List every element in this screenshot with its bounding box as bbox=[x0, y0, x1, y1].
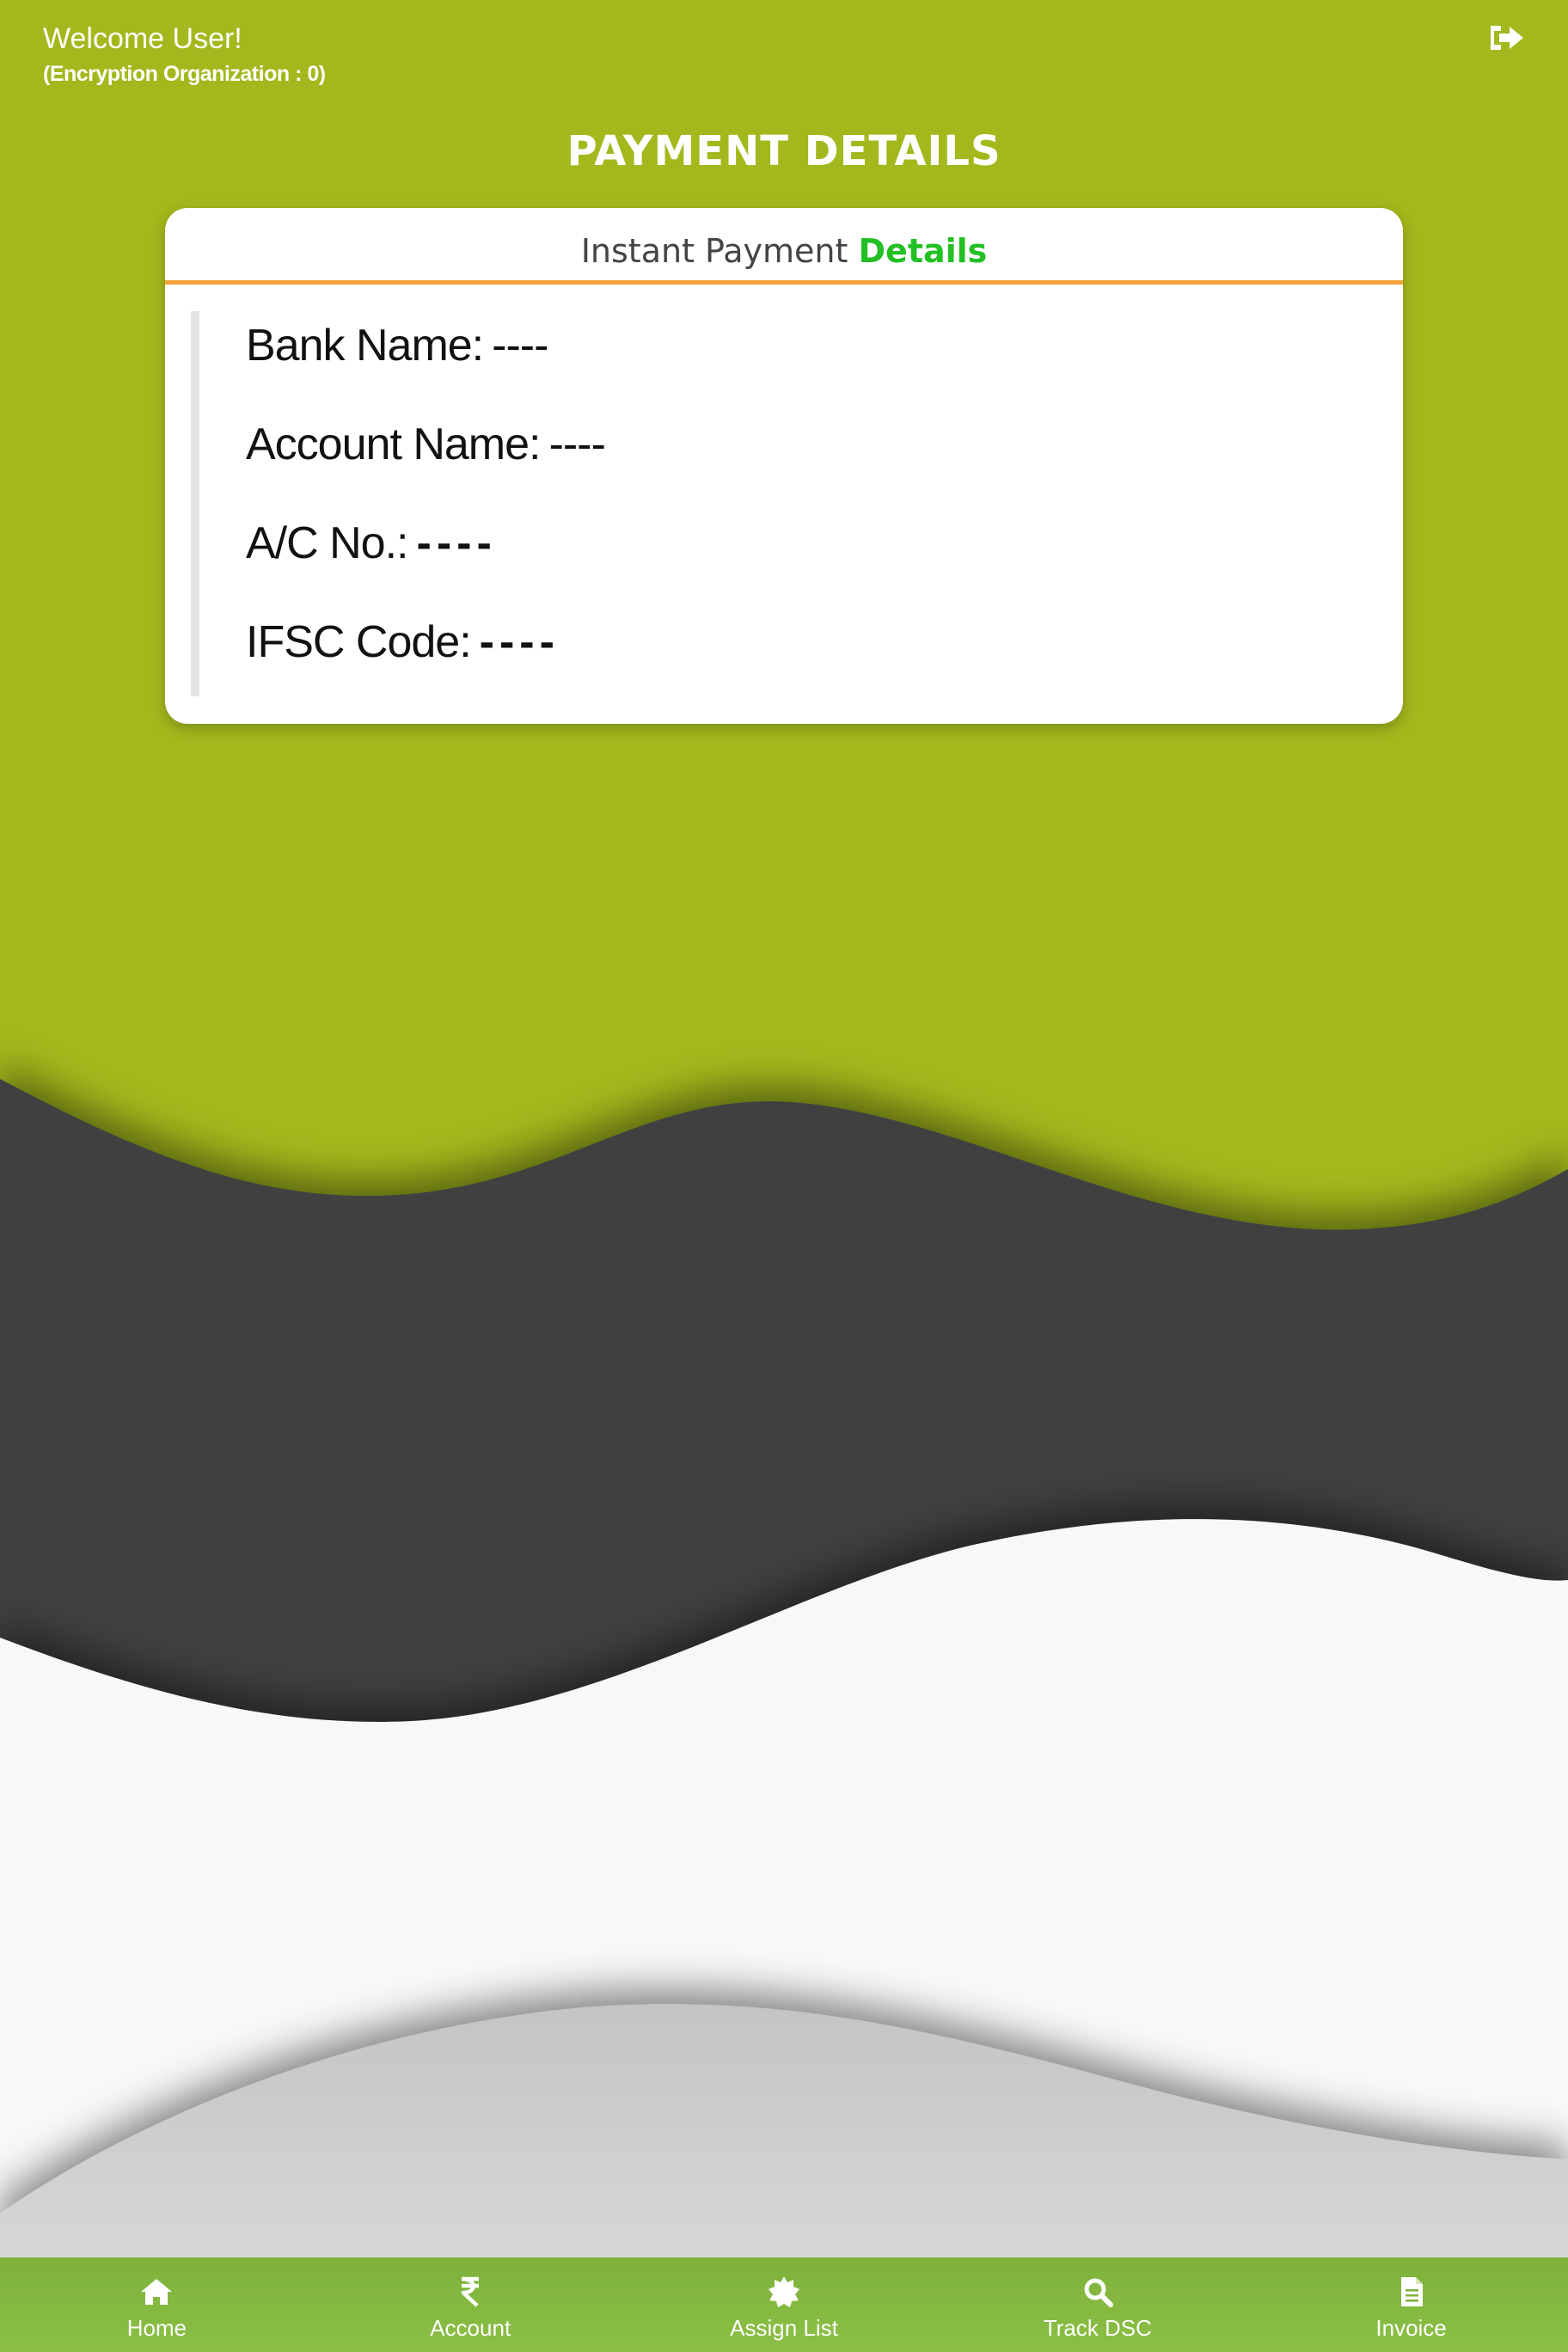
nav-track-dsc[interactable]: Track DSC bbox=[940, 2257, 1254, 2352]
account-number-row: A/C No.: ---- bbox=[246, 518, 497, 569]
account-name-label: Account Name: bbox=[246, 420, 541, 469]
bank-name-label: Bank Name: bbox=[246, 321, 484, 371]
ifsc-code-value: ---- bbox=[479, 617, 560, 667]
account-number-value: ---- bbox=[416, 518, 497, 568]
document-icon bbox=[1400, 2277, 1423, 2306]
nav-account[interactable]: Account bbox=[314, 2257, 628, 2352]
nav-home-label: Home bbox=[126, 2315, 187, 2341]
top-header: Welcome User! (Encryption Organization :… bbox=[0, 0, 1568, 103]
home-icon bbox=[141, 2279, 173, 2305]
account-name-value: ---- bbox=[548, 420, 606, 469]
nav-invoice-label: Invoice bbox=[1375, 2315, 1447, 2341]
nav-track-dsc-label: Track DSC bbox=[1043, 2315, 1152, 2341]
organization-text: (Encryption Organization : 0) bbox=[43, 62, 326, 86]
card-header: Instant Payment Details bbox=[165, 208, 1403, 285]
payment-details-card: Instant Payment Details Bank Name: ---- A… bbox=[165, 208, 1403, 724]
nav-assign-list-label: Assign List bbox=[730, 2315, 838, 2341]
nav-account-label: Account bbox=[430, 2315, 511, 2341]
page-title: PAYMENT DETAILS bbox=[567, 127, 1001, 175]
search-icon bbox=[1084, 2278, 1113, 2307]
card-title-accent: Details bbox=[858, 232, 988, 270]
rupee-icon bbox=[461, 2276, 480, 2307]
nav-invoice[interactable]: Invoice bbox=[1254, 2257, 1568, 2352]
bank-name-value: ---- bbox=[492, 321, 548, 371]
nav-home[interactable]: Home bbox=[0, 2257, 314, 2352]
nav-assign-list[interactable]: Assign List bbox=[628, 2257, 941, 2352]
card-title: Instant Payment bbox=[580, 232, 848, 270]
certificate-icon bbox=[768, 2276, 799, 2307]
bank-name-row: Bank Name: ---- bbox=[246, 320, 548, 371]
account-name-row: Account Name: ---- bbox=[246, 419, 606, 470]
card-body: Bank Name: ---- Account Name: ---- A/C No.… bbox=[191, 311, 1369, 696]
account-number-label: A/C No.: bbox=[246, 518, 408, 568]
sign-out-icon[interactable] bbox=[1487, 21, 1527, 55]
bottom-nav: Home Account Assign List Track DSC Invoi… bbox=[0, 2257, 1568, 2352]
ifsc-code-label: IFSC Code: bbox=[246, 617, 472, 667]
ifsc-code-row: IFSC Code: ---- bbox=[246, 616, 560, 668]
welcome-text: Welcome User! bbox=[43, 22, 242, 55]
